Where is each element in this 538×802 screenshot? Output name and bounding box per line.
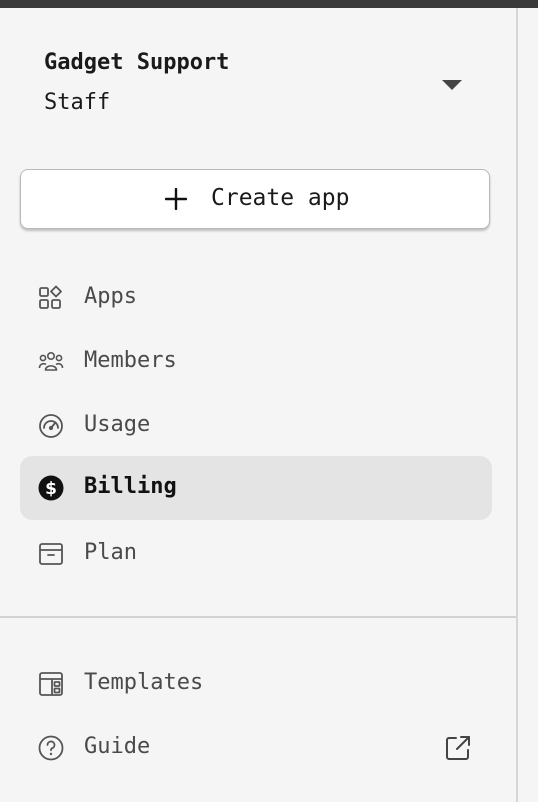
- top-bar: [0, 0, 538, 8]
- speedometer-icon: [39, 414, 63, 438]
- members-icon: [38, 351, 64, 371]
- templates-icon: [39, 672, 63, 696]
- nav-item-label: Apps: [84, 284, 137, 309]
- org-role: Staff: [44, 90, 111, 115]
- nav-item-label: Templates: [84, 670, 204, 695]
- nav-item-label: Usage: [84, 412, 151, 437]
- nav-item-plan[interactable]: Plan: [20, 522, 492, 586]
- sidebar: Gadget Support Staff Create app Apps Mem…: [0, 8, 518, 802]
- plus-icon: [165, 188, 187, 210]
- svg-text:$: $: [45, 479, 57, 499]
- divider: [0, 616, 516, 618]
- nav-item-label: Members: [84, 348, 177, 373]
- create-app-label: Create app: [211, 185, 350, 211]
- org-switcher[interactable]: Gadget Support Staff: [44, 48, 474, 132]
- apps-icon: [39, 285, 62, 309]
- nav-item-guide[interactable]: Guide: [20, 716, 492, 780]
- box-icon: [39, 543, 63, 565]
- help-circle-icon: [38, 735, 64, 761]
- nav-item-label: Plan: [84, 540, 137, 565]
- caret-down-icon: [442, 80, 462, 90]
- nav-item-usage[interactable]: Usage: [20, 394, 492, 458]
- create-app-button[interactable]: Create app: [20, 169, 490, 229]
- dollar-icon: $: [38, 475, 64, 501]
- external-link-icon[interactable]: [444, 734, 472, 762]
- nav-item-billing[interactable]: $ Billing: [20, 456, 492, 520]
- nav-item-members[interactable]: Members: [20, 330, 492, 394]
- org-name: Gadget Support: [44, 50, 230, 75]
- nav-item-apps[interactable]: Apps: [20, 266, 492, 330]
- nav-item-templates[interactable]: Templates: [20, 652, 492, 716]
- nav-item-label: Billing: [84, 474, 177, 499]
- nav-item-label: Guide: [84, 734, 151, 759]
